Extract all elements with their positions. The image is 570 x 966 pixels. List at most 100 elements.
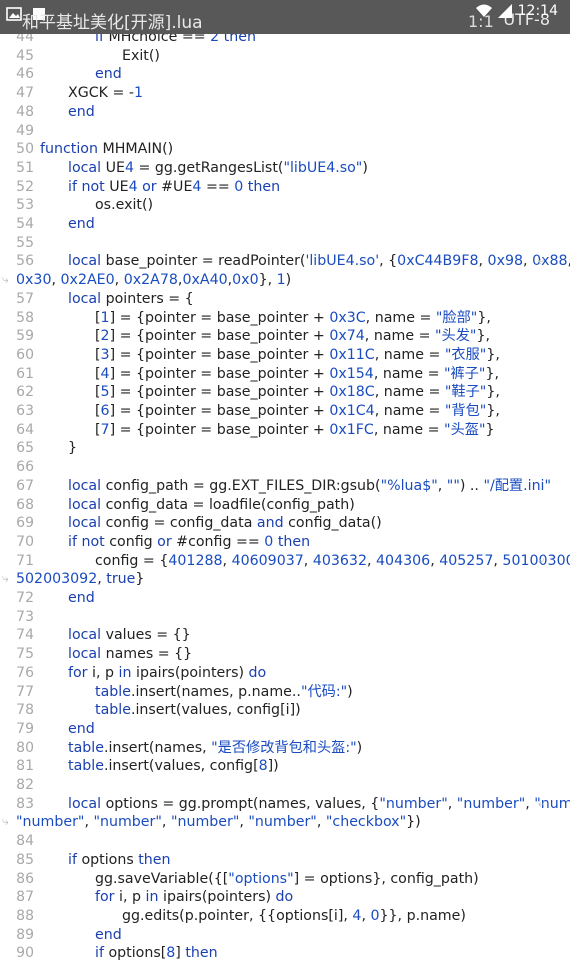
line-number: 90 <box>16 945 34 962</box>
code-text: gg.saveVariable({["options"] = options},… <box>95 870 479 887</box>
code-text: } <box>68 440 78 457</box>
code-text: if options then <box>68 851 171 868</box>
code-text: "number", "number", "number", "number", … <box>16 814 421 831</box>
code-text: end <box>68 216 95 232</box>
file-title: 和平基址美化[开源].lua <box>22 13 203 33</box>
code-line[interactable]: 51 local UE4 = gg.getRangesList("libUE4.s… <box>0 159 570 178</box>
wrap-indicator-icon: ⤶ <box>538 552 545 567</box>
code-text: 0x30, 0x2AE0, 0x2A78,0xA40,0x0}, 1) <box>16 272 292 289</box>
line-number: 89 <box>16 926 34 943</box>
code-text: 502003092, true} <box>16 571 145 588</box>
wrap-continuation-icon: ⤷ <box>2 272 9 287</box>
code-text: local pointers = { <box>68 290 194 307</box>
code-text: if MHchoice == 2 then <box>95 34 256 45</box>
line-number: 78 <box>16 702 34 719</box>
line-number: 87 <box>16 889 34 906</box>
code-line[interactable]: 57 local pointers = { <box>0 290 570 309</box>
code-line[interactable]: 68 local config_data = loadfile(config_pa… <box>0 496 570 515</box>
code-line[interactable]: 69 local config = config_data and config_… <box>0 514 570 533</box>
code-line[interactable]: 90 if options[8] then <box>0 944 570 963</box>
code-line[interactable]: 50 function MHMAIN() <box>0 140 570 159</box>
code-text: if not UE4 or #UE4 == 0 then <box>68 178 281 195</box>
code-text: end <box>95 926 122 943</box>
code-line-continuation[interactable]: ⤷ 502003092, true} <box>0 570 570 589</box>
code-line[interactable]: 47 XGCK = -1 <box>0 84 570 103</box>
line-number: 82 <box>16 777 34 793</box>
wifi-icon <box>476 4 492 17</box>
code-line[interactable]: 75 local names = {} <box>0 645 570 664</box>
code-text: end <box>68 590 95 606</box>
line-number: 66 <box>16 459 34 476</box>
code-line[interactable]: 62 [5] = {pointer = base_pointer + 0x18C,… <box>0 383 570 402</box>
code-line[interactable]: 86 gg.saveVariable({["options"] = options… <box>0 870 570 889</box>
code-line[interactable]: 83 local options = gg.prompt(names, value… <box>0 795 570 814</box>
code-text: local config_path = gg.EXT_FILES_DIR:gsu… <box>68 477 552 494</box>
code-line[interactable]: 70 if not config or #config == 0 then <box>0 533 570 552</box>
line-number: 85 <box>16 851 34 868</box>
code-line[interactable]: 74 local values = {} <box>0 626 570 645</box>
code-text: [3] = {pointer = base_pointer + 0x11C, n… <box>95 346 500 363</box>
code-line[interactable]: 48 end <box>0 103 570 122</box>
code-line[interactable]: 46 end <box>0 65 570 84</box>
code-line[interactable]: 77 table.insert(names, p.name.."代码:") <box>0 683 570 702</box>
code-line[interactable]: 60 [3] = {pointer = base_pointer + 0x11C,… <box>0 346 570 365</box>
code-line[interactable]: 55 <box>0 234 570 253</box>
line-number: 58 <box>16 309 34 326</box>
code-text: table.insert(values, config[i]) <box>95 702 301 719</box>
code-line-continuation[interactable]: ⤷ 0x30, 0x2AE0, 0x2A78,0xA40,0x0}, 1) <box>0 271 570 290</box>
code-line[interactable]: 79 end <box>0 720 570 739</box>
line-number: 55 <box>16 234 34 251</box>
code-text: gg.edits(p.pointer, {{options[i], 4, 0}}… <box>122 907 466 924</box>
line-number: 70 <box>16 533 34 550</box>
code-line[interactable]: 85 if options then <box>0 851 570 870</box>
code-text: end <box>68 720 95 737</box>
line-number: 79 <box>16 720 34 737</box>
line-number: 77 <box>16 683 34 700</box>
code-line-continuation[interactable]: ⤷ "number", "number", "number", "number",… <box>0 813 570 832</box>
code-text: table.insert(values, config[8]) <box>68 758 279 775</box>
code-line[interactable]: 89 end <box>0 926 570 945</box>
code-line[interactable]: 80 table.insert(names, "是否修改背包和头盔:") <box>0 739 570 758</box>
code-line[interactable]: 64 [7] = {pointer = base_pointer + 0x1FC,… <box>0 421 570 440</box>
line-number: 69 <box>16 515 34 532</box>
code-line[interactable]: 87 for i, p in ipairs(pointers) do <box>0 888 570 907</box>
code-line[interactable]: 88 gg.edits(p.pointer, {{options[i], 4, 0… <box>0 907 570 926</box>
line-number: 64 <box>16 421 34 438</box>
code-line[interactable]: 58 [1] = {pointer = base_pointer + 0x3C, … <box>0 309 570 328</box>
code-line[interactable]: 84 <box>0 832 570 851</box>
code-line[interactable]: 73 <box>0 608 570 627</box>
code-line[interactable]: 65} <box>0 439 570 458</box>
line-number: 46 <box>16 66 34 83</box>
line-number: 83 <box>16 795 34 812</box>
code-line[interactable]: 71 config = {401288, 40609037, 403632, 40… <box>0 552 570 571</box>
line-number: 75 <box>16 646 34 663</box>
code-line[interactable]: 49 <box>0 122 570 141</box>
code-editor[interactable]: 44 if MHchoice == 2 then 45 Exit() 46 end 47 XG… <box>0 34 570 966</box>
code-line[interactable]: 72 end <box>0 589 570 608</box>
code-text: XGCK = -1 <box>68 85 143 102</box>
code-line[interactable]: 66 <box>0 458 570 477</box>
code-line[interactable]: 54 end <box>0 215 570 234</box>
line-number: 60 <box>16 346 34 363</box>
code-text: local base_pointer = readPointer('libUE4… <box>68 253 570 270</box>
wrap-indicator-icon: ⤶ <box>538 253 545 268</box>
line-number: 50 <box>16 141 34 158</box>
code-line[interactable]: 52 if not UE4 or #UE4 == 0 then <box>0 178 570 197</box>
line-number: 54 <box>16 216 34 232</box>
code-text: function MHMAIN() <box>40 141 174 158</box>
code-line[interactable]: 82 <box>0 776 570 795</box>
code-line[interactable]: 45 Exit() <box>0 47 570 66</box>
code-text: end <box>95 66 122 83</box>
code-line[interactable]: 53 os.exit() <box>0 196 570 215</box>
code-line[interactable]: 44 if MHchoice == 2 then <box>0 34 570 47</box>
code-line[interactable]: 67 local config_path = gg.EXT_FILES_DIR:g… <box>0 477 570 496</box>
code-line[interactable]: 59 [2] = {pointer = base_pointer + 0x74, … <box>0 327 570 346</box>
code-line[interactable]: 81 table.insert(values, config[8]) <box>0 757 570 776</box>
code-line[interactable]: 76 for i, p in ipairs(pointers) do <box>0 664 570 683</box>
code-line[interactable]: 56 local base_pointer = readPointer('libU… <box>0 252 570 271</box>
code-line[interactable]: 78 table.insert(values, config[i]) <box>0 701 570 720</box>
code-line[interactable]: 63 [6] = {pointer = base_pointer + 0x1C4,… <box>0 402 570 421</box>
code-line[interactable]: 61 [4] = {pointer = base_pointer + 0x154,… <box>0 365 570 384</box>
line-number: 86 <box>16 870 34 887</box>
code-text: for i, p in ipairs(pointers) do <box>68 664 267 681</box>
